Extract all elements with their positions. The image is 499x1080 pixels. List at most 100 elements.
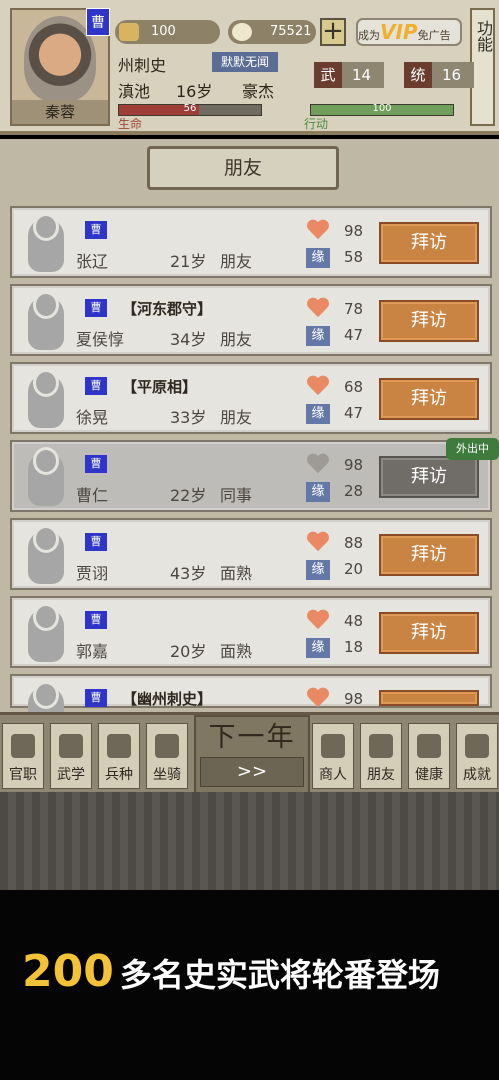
gold-counter: 100 [115, 20, 220, 44]
vip-text: VIP [380, 20, 418, 44]
nav-item-1[interactable]: 武学 [50, 723, 92, 789]
copper-coin-icon [232, 23, 252, 41]
faction-badge: 曹 [85, 221, 107, 239]
martial-label: 武 [314, 62, 342, 88]
friend-row: 曹 【幽州刺史】 98 缘 [10, 674, 492, 740]
faction-badge: 曹 [85, 689, 107, 707]
nav-item-7[interactable]: 成就 [456, 723, 498, 789]
friend-relation: 面熟 [220, 642, 253, 661]
heart-icon [306, 454, 330, 474]
avatar-silhouette-icon [28, 294, 64, 350]
nav-label: 官职 [9, 767, 37, 783]
nav-icon [11, 734, 35, 758]
nav-icon [155, 734, 179, 758]
action-value: 100 [372, 103, 392, 114]
nav-label: 坐骑 [153, 767, 181, 783]
martial-value: 14 [352, 66, 372, 84]
visit-button[interactable] [379, 690, 479, 706]
fate-value: 47 [344, 326, 364, 344]
friend-name: 郭嘉 [76, 642, 109, 661]
fate-value: 28 [344, 482, 364, 500]
friend-title: 【河东郡守】 [122, 300, 213, 318]
action-bar: 100 [310, 103, 454, 116]
friend-row: 曹 张辽 21岁 朋友 98 缘 58 拜访 [10, 206, 492, 278]
next-year-button[interactable]: >> [200, 757, 304, 787]
nav-item-0[interactable]: 官职 [2, 723, 44, 789]
friend-name: 曹仁 [76, 486, 109, 505]
nav-item-6[interactable]: 健康 [408, 723, 450, 789]
friend-title: 【幽州刺史】 [122, 690, 213, 708]
avatar-silhouette-icon [28, 528, 64, 584]
nav-icon [369, 734, 393, 758]
faction-badge: 曹 [85, 611, 107, 629]
nav-item-3[interactable]: 坐骑 [146, 723, 188, 789]
faction-badge: 曹 [85, 299, 107, 317]
fate-icon: 缘 [306, 248, 330, 268]
promo-number: 200 [22, 946, 114, 997]
player-trait: 豪杰 [242, 82, 275, 101]
friend-row: 曹 【平原相】 徐晃 33岁 朋友 68 缘 47 拜访 [10, 362, 492, 434]
affection-value: 78 [344, 300, 364, 318]
visit-button[interactable]: 拜访 [379, 378, 479, 420]
vip-button[interactable]: 成为VIP免广告 [356, 18, 462, 46]
promo-text: 200 多名史实武将轮番登场 [22, 946, 440, 997]
nav-label: 健康 [415, 767, 443, 783]
next-year-title: 下一年 [208, 722, 296, 753]
friend-age: 22岁 [170, 486, 207, 505]
fate-value: 47 [344, 404, 364, 422]
martial-stat: 武 14 [314, 62, 384, 88]
affection-value: 98 [344, 456, 364, 474]
nav-icon [417, 734, 441, 758]
visit-button[interactable]: 拜访 [379, 612, 479, 654]
affection-value: 68 [344, 378, 364, 396]
gold-value: 100 [151, 24, 176, 39]
vip-prefix: 成为 [358, 29, 380, 42]
nav-icon [465, 734, 489, 758]
visit-button[interactable]: 拜访 [379, 222, 479, 264]
next-year-panel[interactable]: 下一年 >> [194, 715, 310, 795]
heart-icon [306, 610, 330, 630]
heart-icon [306, 220, 330, 240]
copper-counter: 75521 [228, 20, 316, 44]
friend-row: 曹 曹仁 22岁 同事 98 缘 28 拜访 [10, 440, 492, 512]
player-title: 州刺史 [118, 56, 167, 75]
fate-icon: 缘 [306, 638, 330, 658]
nav-item-2[interactable]: 兵种 [98, 723, 140, 789]
game-screen: 秦蓉 曹 100 75521 + 成为VIP免广告 功能 州刺史 默默无闻 滇池… [0, 0, 499, 1080]
fate-value: 18 [344, 638, 364, 656]
copper-value: 75521 [270, 24, 312, 39]
faction-badge: 曹 [86, 8, 110, 36]
visit-button[interactable]: 拜访 [379, 300, 479, 342]
faction-badge: 曹 [85, 455, 107, 473]
heart-icon [306, 376, 330, 396]
friends-title-frame: 朋友 [147, 146, 339, 190]
heart-icon [306, 532, 330, 552]
visit-button[interactable]: 拜访 [379, 534, 479, 576]
player-header: 秦蓉 曹 100 75521 + 成为VIP免广告 功能 州刺史 默默无闻 滇池… [0, 0, 499, 135]
friend-relation: 朋友 [220, 330, 253, 349]
friend-relation: 朋友 [220, 252, 253, 271]
friend-name: 贾诩 [76, 564, 109, 583]
page-title: 朋友 [223, 157, 262, 179]
fate-value: 58 [344, 248, 364, 266]
nav-item-4[interactable]: 商人 [312, 723, 354, 789]
avatar-silhouette-icon [28, 216, 64, 272]
nav-label: 兵种 [105, 767, 133, 783]
friend-name: 徐晃 [76, 408, 109, 427]
player-age: 16岁 [176, 82, 213, 101]
add-currency-button[interactable]: + [320, 18, 346, 46]
heart-icon [306, 688, 330, 708]
affection-value: 48 [344, 612, 364, 630]
health-value: 56 [183, 103, 197, 114]
faction-badge: 曹 [85, 533, 107, 551]
visit-button: 拜访 [379, 456, 479, 498]
avatar-silhouette-icon [28, 450, 64, 506]
bottom-navigation: 官职 武学 兵种 坐骑 商人 朋友 健康 成就 下一年 >> [0, 712, 499, 795]
decorative-pattern [0, 792, 499, 890]
nav-item-5[interactable]: 朋友 [360, 723, 402, 789]
action-label: 行动 [304, 117, 329, 131]
outside-status-badge: 外出中 [446, 438, 499, 460]
friend-row: 曹 【河东郡守】 夏侯惇 34岁 朋友 78 缘 47 拜访 [10, 284, 492, 356]
friend-age: 21岁 [170, 252, 207, 271]
nav-icon [107, 734, 131, 758]
